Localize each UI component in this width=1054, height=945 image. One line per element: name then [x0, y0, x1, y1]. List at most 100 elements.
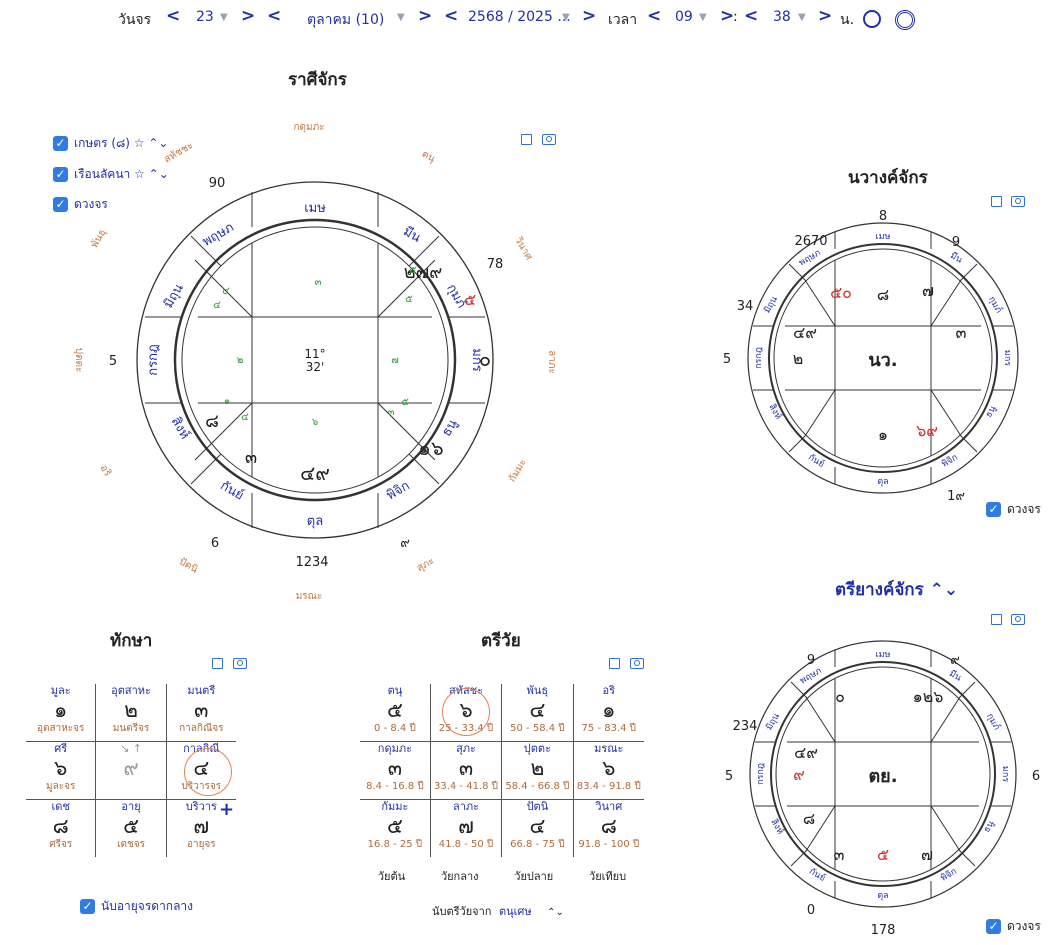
checkbox-checked-icon[interactable]: ✓	[986, 502, 1001, 517]
taksa-title: ทักษา	[110, 631, 153, 651]
transit-number: 178	[871, 923, 896, 938]
triwai-cell: ปัตนิ๔ 66.8 - 75 ปี	[501, 799, 574, 857]
chevron-down-icon: ▼	[220, 12, 228, 23]
triwai-count-select[interactable]: ตนุเศษ	[499, 905, 532, 918]
house-label: มิถุน	[764, 711, 782, 732]
house-label: พิจิก	[384, 478, 412, 503]
next-month-button[interactable]: >	[418, 6, 432, 26]
planet-number: ๑๖	[418, 436, 443, 460]
chevron-down-icon: ▼	[699, 12, 707, 23]
center-degree: 11°	[304, 347, 325, 361]
external-link-icon[interactable]	[609, 658, 620, 669]
house-label: กันย์	[806, 451, 827, 470]
triyang-transit-checkbox-row[interactable]: ✓ ดวงจร	[986, 917, 1041, 936]
transit-number: 6	[1032, 769, 1040, 784]
triwai-cell: กัมมะ๕ 16.8 - 25 ปี	[360, 799, 431, 857]
navang-chart-title: นวางค์จักร	[848, 168, 928, 188]
planet-number: ๐	[479, 347, 491, 371]
checkbox-checked-icon[interactable]: ✓	[80, 899, 95, 914]
house-label: เมษ	[304, 201, 326, 216]
next-year-button[interactable]: >	[582, 6, 596, 26]
month-select[interactable]: ตุลาคม (10)	[307, 9, 384, 31]
time-label: เวลา	[608, 12, 638, 28]
prev-year-button[interactable]: <	[444, 6, 458, 26]
house-label: มีน	[948, 250, 964, 266]
outer-house-label: อริ	[98, 463, 114, 479]
triwai-cell: ปุตตะ๒ 58.4 - 66.8 ปี	[501, 741, 574, 800]
planet-number: ๗	[922, 281, 934, 300]
external-link-icon[interactable]	[212, 658, 223, 669]
house-label: กันย์	[217, 478, 246, 504]
day-select[interactable]: 23	[196, 9, 214, 25]
triyang-center-label: ตย.	[868, 766, 897, 787]
checkbox-checked-icon[interactable]: ✓	[986, 919, 1001, 934]
highlight-ring	[442, 688, 490, 736]
next-day-button[interactable]: >	[241, 6, 255, 26]
outer-house-label: มรณะ	[296, 591, 323, 602]
clock-icon[interactable]	[863, 10, 881, 28]
planet-number: ๒	[793, 349, 804, 368]
house-label: กุมภ์	[984, 711, 1003, 732]
target-icon[interactable]	[895, 10, 915, 30]
taksa-cell: เดช๘ศรีจร	[26, 799, 97, 857]
planet-number: ๗	[921, 845, 933, 864]
house-number-small: ๗	[391, 355, 399, 366]
house-number-small: ๓	[315, 277, 322, 288]
house-label: ตุล	[877, 477, 888, 487]
triwai-count-label: นับตรีวัยจาก	[432, 905, 492, 918]
triwai-footer: วัยต้น วัยกลาง วัยปลาย วัยเทียบ	[360, 867, 644, 885]
transit-number: 34	[737, 299, 754, 314]
triwai-cell: สุภะ๓ 33.4 - 41.8 ปี	[430, 741, 503, 800]
taksa-cell: อายุ๕เดชจร	[95, 799, 167, 857]
triwai-footer-label: วัยกลาง	[440, 870, 479, 883]
navang-transit-checkbox-row[interactable]: ✓ ดวงจร	[986, 500, 1041, 519]
camera-icon[interactable]	[630, 658, 644, 669]
transit-number: ๙	[400, 536, 410, 551]
house-number-small: ๒	[237, 355, 244, 366]
planet-number: ๕	[464, 290, 476, 309]
house-label: มกร	[1000, 766, 1010, 782]
taksa-checkbox-label: นับอายุจรดากลาง	[101, 899, 194, 913]
highlight-ring	[184, 748, 232, 796]
chevron-down-icon: ▼	[397, 12, 405, 23]
transit-number: 8	[879, 209, 887, 224]
prev-month-button[interactable]: <	[267, 6, 281, 26]
transit-number: 5	[723, 352, 731, 367]
planet-number: ๕	[877, 845, 889, 864]
triwai-cell: ลาภะ๗ 41.8 - 50 ปี	[430, 799, 503, 857]
house-number-small: ๔	[213, 300, 221, 311]
rasi-chart-title: ราศีจักร	[288, 70, 347, 90]
house-label: กรกฎ	[756, 763, 766, 785]
taksa-cell: มนตรี๓กาลกิณีจร	[166, 684, 236, 742]
year-select[interactable]: 2568 / 2025 ...	[468, 9, 571, 25]
triwai-cell: มรณะ๖ 83.4 - 91.8 ปี	[573, 741, 644, 800]
prev-day-button[interactable]: <	[166, 6, 180, 26]
rasi-chart: เมษ มีน กุมภ์ มกร ธนู พิจิก ตุล กันย์ สิ…	[73, 122, 557, 602]
triyang-chart: เมษ มีน กุมภ์ มกร ธนู พิจิก ตุล กันย์ สิ…	[725, 640, 1040, 938]
house-number-small: ๕	[409, 265, 417, 276]
house-label: มิถุน	[762, 294, 780, 315]
triwai-cell: ตนุ๕ 0 - 8.4 ปี	[360, 684, 431, 742]
date-label: วันจร	[118, 12, 152, 28]
planet-number: ๔๙	[794, 743, 818, 762]
minute-select[interactable]: 38	[773, 9, 791, 25]
prev-minute-button[interactable]: <	[744, 6, 758, 26]
next-minute-button[interactable]: >	[818, 6, 832, 26]
taksa-checkbox-row[interactable]: ✓ นับอายุจรดากลาง	[80, 897, 193, 916]
triyang-chart-title[interactable]: ตรียางค์จักร ⌃⌄	[835, 576, 958, 603]
triwai-cell: วินาศ๘ 91.8 - 100 ปี	[578, 800, 640, 850]
camera-icon[interactable]	[233, 658, 247, 669]
hour-select[interactable]: 09	[675, 9, 693, 25]
planet-number: ๘	[205, 411, 219, 432]
center-minute: 32'	[306, 360, 325, 374]
house-number-small: ๕	[405, 294, 413, 305]
outer-house-label: ตนุ	[420, 149, 437, 165]
transit-number: 9	[807, 653, 815, 668]
prev-hour-button[interactable]: <	[647, 6, 661, 26]
house-label: กรกฎ	[146, 344, 161, 375]
planet-number: ๓	[245, 447, 257, 468]
house-label: มกร	[1002, 350, 1012, 366]
navang-transit-label: ดวงจร	[1007, 502, 1041, 516]
house-number-small: ๕	[401, 397, 409, 408]
outer-house-label: สหัชชะ	[162, 140, 195, 165]
